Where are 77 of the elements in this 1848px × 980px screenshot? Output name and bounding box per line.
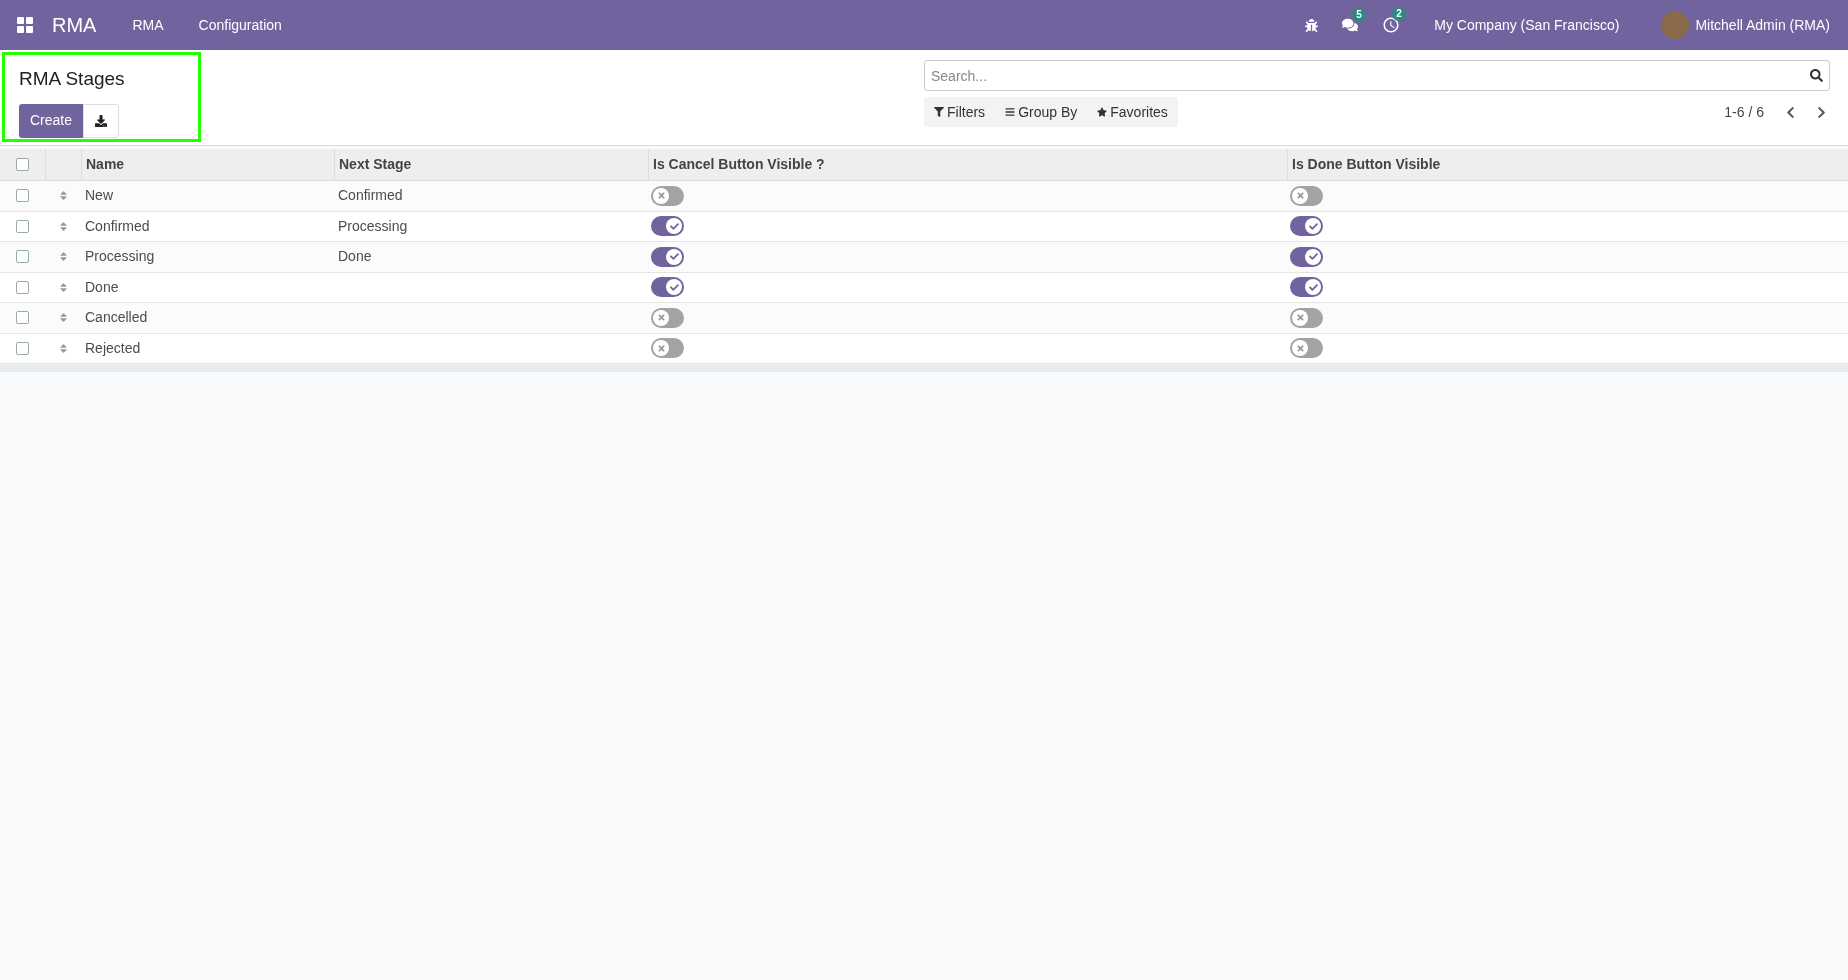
table-cell: Cancelled <box>85 309 148 326</box>
toggle-switch[interactable] <box>1290 246 1323 267</box>
table-row[interactable]: Cancelled <box>0 303 1848 334</box>
close-icon <box>656 191 666 201</box>
toggle-switch[interactable] <box>1290 216 1323 237</box>
filter-button[interactable]: Filters <box>924 97 996 127</box>
notification-badge: 5 <box>1352 8 1366 22</box>
toggle-switch[interactable] <box>651 338 684 359</box>
list-icon <box>1005 107 1016 117</box>
drag-handle-icon[interactable] <box>57 312 69 324</box>
filter-button[interactable]: Favorites <box>1087 97 1178 127</box>
toggle-switch[interactable] <box>651 216 684 237</box>
table-cell: Rejected <box>85 339 141 356</box>
search-icon[interactable] <box>1810 69 1823 82</box>
table-cell: Processing <box>85 248 155 265</box>
toggle-switch[interactable] <box>1290 185 1323 206</box>
previous-page-icon[interactable] <box>1784 105 1797 119</box>
row-checkbox[interactable] <box>16 189 29 203</box>
download-button[interactable] <box>83 103 120 138</box>
drag-handle-icon[interactable] <box>57 281 69 293</box>
search-field[interactable]: Search... <box>924 60 1830 91</box>
row-checkbox[interactable] <box>16 158 29 171</box>
filter-icon <box>934 107 944 117</box>
drag-handle-icon[interactable] <box>57 190 69 202</box>
company-switcher[interactable]: My Company (San Francisco) <box>1434 14 1620 36</box>
page-title: RMA Stages <box>19 67 126 91</box>
star-icon <box>1097 107 1108 117</box>
table-cell: Done <box>85 278 119 295</box>
table-cell: Confirmed <box>85 217 150 234</box>
check-icon <box>1308 252 1318 262</box>
create-button[interactable]: Create <box>19 103 84 138</box>
column-header[interactable]: Next Stage <box>339 154 412 175</box>
column-header[interactable]: Name <box>86 154 125 175</box>
close-icon <box>656 343 666 353</box>
notification-badge: 2 <box>1392 7 1406 21</box>
user-menu[interactable]: Mitchell Admin (RMA) <box>1695 14 1830 36</box>
table-row[interactable]: New Confirmed <box>0 181 1848 212</box>
check-icon <box>1308 221 1318 231</box>
table-cell: Processing <box>338 217 408 234</box>
drag-handle-icon[interactable] <box>57 220 69 232</box>
download-icon <box>95 114 108 127</box>
toggle-switch[interactable] <box>651 277 684 298</box>
row-checkbox[interactable] <box>16 280 29 294</box>
menu-item[interactable]: Configuration <box>198 14 282 36</box>
row-checkbox[interactable] <box>16 250 29 264</box>
app-name[interactable]: RMA <box>52 10 97 40</box>
menu-item[interactable]: RMA <box>132 14 164 36</box>
toggle-switch[interactable] <box>651 307 684 328</box>
table-row[interactable]: Processing Done <box>0 242 1848 273</box>
pager-value[interactable]: 1-6 / 6 <box>1724 101 1764 123</box>
row-checkbox[interactable] <box>16 341 29 355</box>
check-icon <box>669 282 679 292</box>
chat-icon[interactable] <box>1342 17 1359 33</box>
row-checkbox[interactable] <box>16 311 29 325</box>
close-icon <box>1295 343 1305 353</box>
toggle-switch[interactable] <box>1290 338 1323 359</box>
toggle-switch[interactable] <box>651 246 684 267</box>
next-page-icon[interactable] <box>1815 105 1828 119</box>
close-icon <box>1295 191 1305 201</box>
column-header[interactable]: Is Done Button Visible <box>1292 154 1441 175</box>
toggle-switch[interactable] <box>1290 307 1323 328</box>
table-cell: New <box>85 187 113 204</box>
check-icon <box>669 252 679 262</box>
filter-button[interactable]: Group By <box>995 97 1088 127</box>
close-icon <box>656 313 666 323</box>
toggle-switch[interactable] <box>651 185 684 206</box>
column-header[interactable]: Is Cancel Button Visible ? <box>653 154 825 175</box>
table-cell: Done <box>338 248 372 265</box>
close-icon <box>1295 313 1305 323</box>
check-icon <box>1308 282 1318 292</box>
toggle-switch[interactable] <box>1290 277 1323 298</box>
bug-icon[interactable] <box>1305 18 1319 32</box>
apps-menu-icon[interactable] <box>17 17 33 33</box>
drag-handle-icon[interactable] <box>57 342 69 354</box>
row-checkbox[interactable] <box>16 219 29 233</box>
check-icon <box>669 221 679 231</box>
table-cell: Confirmed <box>338 187 403 204</box>
